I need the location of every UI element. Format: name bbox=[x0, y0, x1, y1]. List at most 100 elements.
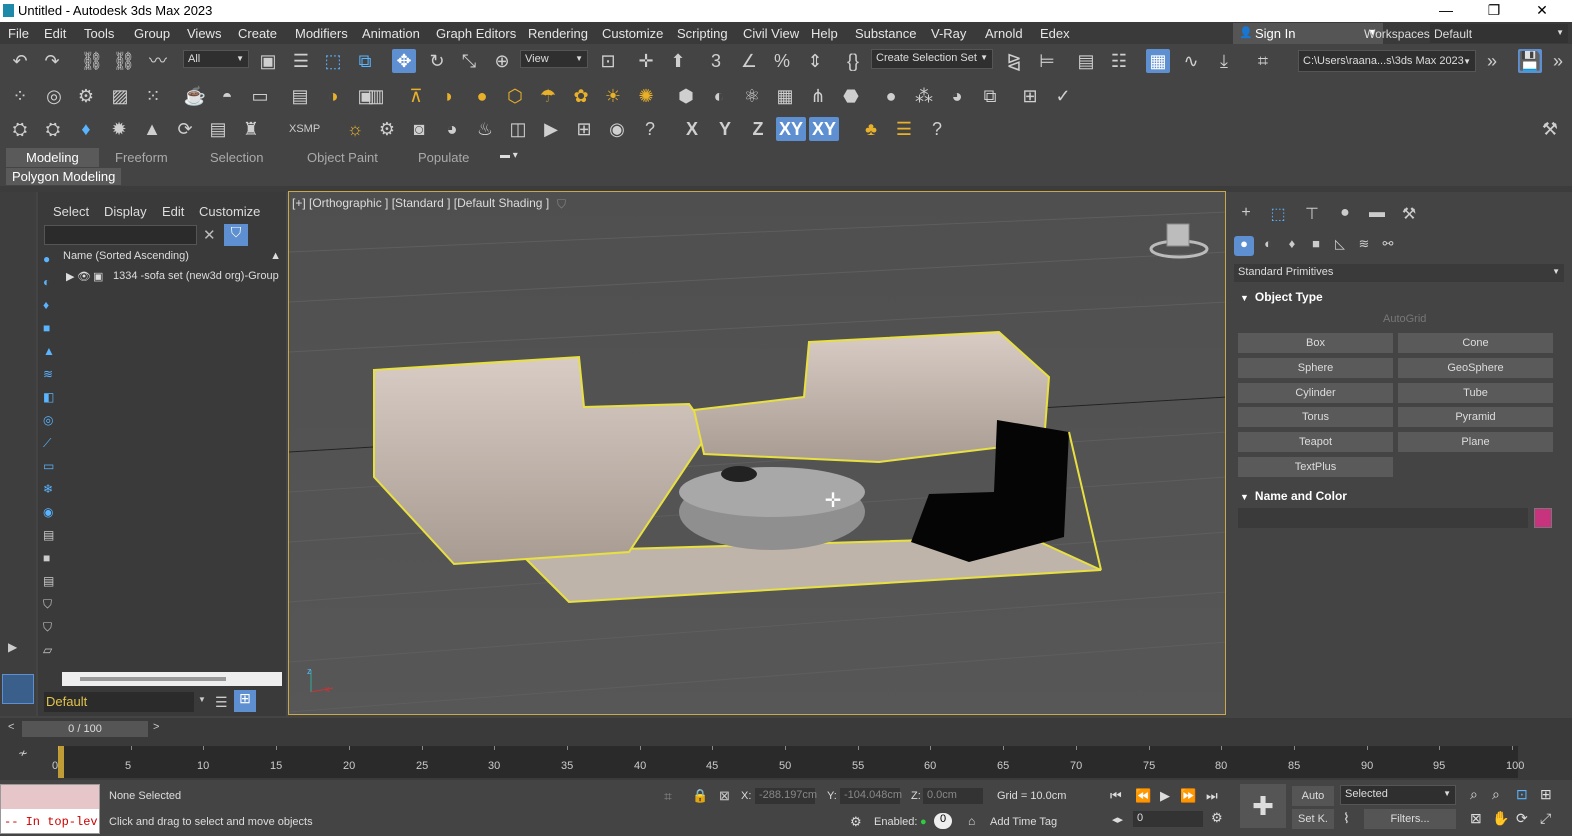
list-none-icon[interactable]: ■ bbox=[43, 551, 50, 565]
modify-tab-icon[interactable]: ⬚ bbox=[1266, 204, 1290, 224]
filter-funnel-icon[interactable]: ⛉ bbox=[43, 597, 52, 612]
light-target-icon[interactable]: ⊼ bbox=[404, 84, 428, 108]
key-filter-dropdown[interactable]: Selected ▼ bbox=[1340, 785, 1456, 805]
frame-buffer-toggle-icon[interactable]: ⊞ bbox=[1018, 84, 1042, 108]
arnold-sun-icon[interactable]: ✹ bbox=[107, 117, 131, 141]
axis-x-button[interactable]: X bbox=[680, 117, 704, 141]
tab-object-paint[interactable]: Object Paint bbox=[307, 150, 378, 165]
toggle-ribbon-icon[interactable]: ▦ bbox=[1146, 49, 1170, 73]
project-path-dropdown[interactable]: C:\Users\raana...s\3ds Max 2023 ▼ bbox=[1298, 50, 1476, 72]
bind-space-warp-icon[interactable]: 〰 bbox=[146, 49, 170, 73]
column-header[interactable]: Name (Sorted Ascending) ▲ bbox=[63, 250, 283, 266]
arnold-bulb-icon[interactable]: ♦ bbox=[74, 117, 98, 141]
wrap-icon[interactable]: ▨ bbox=[108, 84, 132, 108]
viewport-layout-icon[interactable] bbox=[2, 674, 34, 704]
vray-logo-icon[interactable]: ✓ bbox=[1051, 84, 1075, 108]
workspaces-dropdown[interactable]: Default ▼ bbox=[1430, 24, 1568, 43]
maximize-button[interactable]: ❐ bbox=[1484, 2, 1504, 19]
rendered-frame-icon[interactable]: ▭ bbox=[248, 84, 272, 108]
grid-icon[interactable]: ⊞ bbox=[572, 117, 596, 141]
zoom-extents-all-icon[interactable]: ⊞ bbox=[1540, 786, 1552, 803]
select-manipulate-icon[interactable]: ✛ bbox=[634, 49, 658, 73]
display-tab-icon[interactable]: ▬ bbox=[1365, 204, 1389, 224]
exposure-icon[interactable]: ⚙ bbox=[375, 117, 399, 141]
eye-icon[interactable]: 👁 bbox=[77, 270, 91, 283]
pan-icon[interactable]: ✋ bbox=[1492, 810, 1509, 827]
time-slider-thumb[interactable]: 0 / 100 bbox=[22, 721, 148, 737]
group-filter-icon[interactable]: ◧ bbox=[43, 390, 54, 404]
edit-named-selection-icon[interactable]: {} bbox=[841, 49, 865, 73]
cylinder-button[interactable]: Cylinder bbox=[1238, 383, 1393, 403]
create-tab-icon[interactable]: + bbox=[1234, 204, 1258, 224]
xref-filter-icon[interactable]: ◎ bbox=[43, 413, 53, 427]
viewport-filter-icon[interactable]: ⛉ bbox=[557, 197, 566, 212]
sign-in-button[interactable]: 👤 Sign In ▼ bbox=[1233, 23, 1383, 44]
percent-snap-icon[interactable]: % bbox=[770, 49, 794, 73]
camera-filter-icon[interactable]: ■ bbox=[43, 321, 50, 335]
menu-edex[interactable]: Edex bbox=[1040, 26, 1070, 41]
arnold-light-icon[interactable]: ⛭ bbox=[8, 117, 32, 141]
select-place-icon[interactable]: ⊕ bbox=[490, 49, 514, 73]
maxscript-output[interactable] bbox=[1, 785, 99, 809]
menu-substance[interactable]: Substance bbox=[855, 26, 916, 41]
maxscript-listener[interactable]: -- In top-lev bbox=[0, 784, 100, 834]
track-bar-ruler[interactable]: 0 5 10 15 20 25 30 35 40 45 50 55 60 65 70 75 80 85 90 95 10… bbox=[52, 746, 1524, 778]
frozen-filter-icon[interactable]: ❄ bbox=[43, 482, 53, 496]
viewport[interactable]: ✛ z x [+] [Orthographic ] [Standard ] [De… bbox=[288, 191, 1226, 715]
isolate-icon[interactable]: ⌗ bbox=[664, 788, 672, 805]
minimize-button[interactable]: — bbox=[1436, 2, 1456, 18]
time-configuration-icon[interactable]: ⚙ bbox=[1211, 810, 1223, 826]
light-spot-icon[interactable]: ☂ bbox=[536, 84, 560, 108]
space-warps-icon[interactable]: ≋ bbox=[1354, 236, 1374, 256]
invert-icon[interactable]: ▤ bbox=[43, 574, 54, 588]
menu-help[interactable]: Help bbox=[811, 26, 838, 41]
x-coordinate-field[interactable]: -288.197cm bbox=[755, 788, 817, 804]
maxscript-input[interactable]: -- In top-lev bbox=[4, 815, 98, 829]
pivot-center-icon[interactable]: ⊡ bbox=[596, 49, 620, 73]
primitive-category-dropdown[interactable]: Standard Primitives ▼ bbox=[1234, 264, 1564, 282]
key-filters-button[interactable]: Filters... bbox=[1364, 809, 1456, 829]
current-frame-field[interactable]: 0 bbox=[1133, 811, 1203, 827]
axis-xy-button[interactable]: XY bbox=[776, 117, 806, 141]
arnold-tree-icon[interactable]: ▲ bbox=[140, 117, 164, 141]
menu-vray[interactable]: V-Ray bbox=[931, 26, 966, 41]
container-filter-icon[interactable]: ▭ bbox=[43, 459, 54, 473]
lock-icon[interactable]: 🔒 bbox=[692, 788, 708, 804]
set-key-icon[interactable]: ✚ bbox=[1240, 784, 1286, 828]
prev-frame-icon[interactable]: < bbox=[8, 721, 14, 733]
palette-icon[interactable]: ◕ bbox=[945, 84, 969, 108]
light-dome-icon[interactable]: ◗ bbox=[437, 84, 461, 108]
orbit-icon[interactable]: ⟳ bbox=[1516, 810, 1528, 827]
link-icon[interactable]: ⛓ bbox=[80, 49, 104, 73]
menu-customize[interactable]: Customize bbox=[602, 26, 663, 41]
tab-populate[interactable]: Populate bbox=[418, 150, 469, 165]
light-ies-icon[interactable]: ✿ bbox=[569, 84, 593, 108]
maximize-viewport-icon[interactable]: ⤢ bbox=[1540, 810, 1551, 827]
list-all-icon[interactable]: ▤ bbox=[43, 528, 54, 542]
menu-arnold[interactable]: Arnold bbox=[985, 26, 1023, 41]
fur-icon[interactable]: ⚛ bbox=[740, 84, 764, 108]
sun-position-icon[interactable]: ☼ bbox=[343, 117, 367, 141]
scene-explorer-icon[interactable]: ▤ bbox=[1074, 49, 1098, 73]
teapot-icon[interactable]: ☕ bbox=[183, 84, 207, 108]
light-sphere-icon[interactable]: ● bbox=[470, 84, 494, 108]
menu-rendering[interactable]: Rendering bbox=[528, 26, 588, 41]
filter-funnel-2-icon[interactable]: ⛉ bbox=[43, 620, 52, 635]
window-crossing-icon[interactable]: ⧉ bbox=[353, 49, 377, 73]
curve-editor-mini-icon[interactable]: ≁ bbox=[18, 746, 28, 760]
hierarchy-tab-icon[interactable]: ⊤ bbox=[1300, 204, 1324, 224]
render-frame-icon[interactable]: ▶ bbox=[539, 117, 563, 141]
cone-button[interactable]: Cone bbox=[1398, 333, 1553, 353]
forest-list-icon[interactable]: ☰ bbox=[892, 117, 916, 141]
next-frame-button-icon[interactable]: ⏩ bbox=[1180, 788, 1196, 804]
box-button[interactable]: Box bbox=[1238, 333, 1393, 353]
selection-filter-dropdown[interactable]: All ▼ bbox=[183, 50, 249, 68]
hierarchy-icon[interactable]: ⊞ bbox=[234, 690, 256, 712]
pyramid-button[interactable]: Pyramid bbox=[1398, 407, 1553, 427]
layers-icon[interactable]: ☰ bbox=[215, 694, 228, 711]
menu-scripting[interactable]: Scripting bbox=[677, 26, 728, 41]
geosphere-button[interactable]: GeoSphere bbox=[1398, 358, 1553, 378]
tool-settings-icon[interactable]: ⚒ bbox=[1538, 117, 1562, 141]
expand-arrow-icon[interactable]: ▶ bbox=[8, 640, 17, 654]
select-by-name-icon[interactable]: ☰ bbox=[289, 49, 313, 73]
